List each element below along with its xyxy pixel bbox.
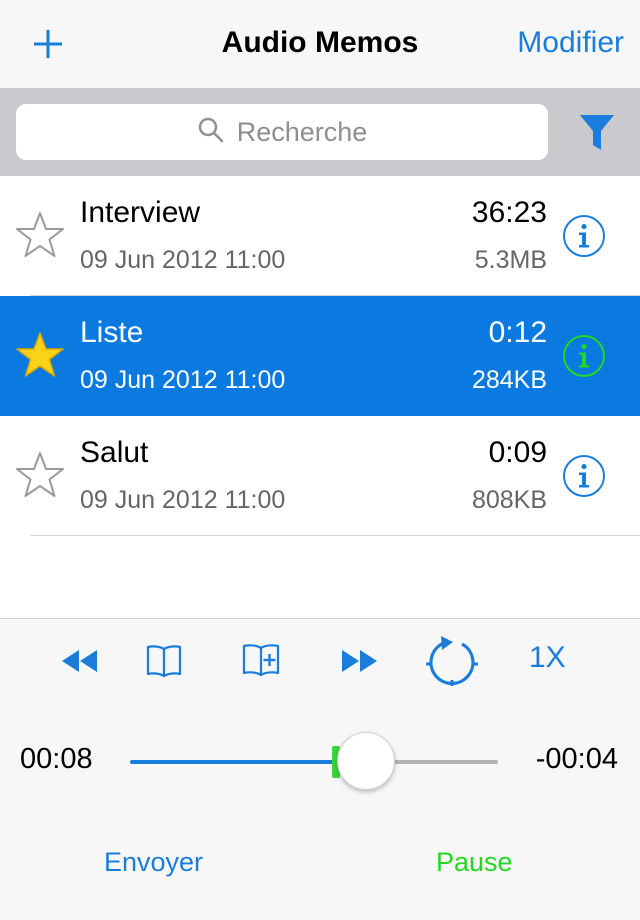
progress-fill: [130, 760, 366, 764]
memo-title: Salut: [80, 436, 149, 469]
memo-title: Liste: [80, 316, 144, 349]
memo-list: Interview 09 Jun 2012 11:00 36:23 5.3MB …: [0, 176, 640, 536]
memo-date: 09 Jun 2012 11:00: [80, 366, 286, 394]
filter-icon[interactable]: [578, 112, 616, 152]
navigation-bar: Audio Memos Modifier: [0, 0, 640, 88]
search-input[interactable]: Recherche: [16, 104, 548, 160]
search-bar: Recherche: [0, 88, 640, 176]
edit-button[interactable]: Modifier: [517, 26, 624, 60]
memo-size: 5.3MB: [474, 246, 547, 274]
plus-icon[interactable]: [28, 22, 68, 66]
player-panel: 1X 00:08 -00:04 Envoyer Pause: [0, 618, 640, 920]
send-button[interactable]: Envoyer: [104, 847, 203, 878]
memo-row-salut[interactable]: Salut 09 Jun 2012 11:00 0:09 808KB: [0, 416, 640, 536]
remaining-time: -00:04: [535, 743, 618, 775]
info-icon[interactable]: [562, 454, 606, 498]
progress-slider[interactable]: [130, 732, 498, 790]
search-placeholder: Recherche: [236, 116, 368, 147]
memo-size: 808KB: [471, 486, 547, 514]
memo-title: Interview: [80, 196, 201, 229]
info-icon[interactable]: [562, 334, 606, 378]
fast-forward-icon[interactable]: [339, 647, 379, 680]
slider-thumb[interactable]: [337, 732, 395, 790]
star-outline-icon[interactable]: [14, 210, 66, 260]
add-bookmark-icon[interactable]: [241, 641, 283, 684]
bookmark-icon[interactable]: [145, 643, 183, 684]
memo-duration: 0:09: [488, 436, 547, 469]
memo-size: 284KB: [471, 366, 547, 394]
info-icon[interactable]: [562, 214, 606, 258]
memo-date: 09 Jun 2012 11:00: [80, 246, 286, 274]
memo-date: 09 Jun 2012 11:00: [80, 486, 286, 514]
speed-button[interactable]: 1X: [529, 641, 566, 675]
pause-button[interactable]: Pause: [436, 847, 513, 878]
repeat-icon[interactable]: [424, 633, 480, 694]
memo-duration: 0:12: [488, 316, 547, 349]
search-icon: [197, 116, 225, 149]
elapsed-time: 00:08: [20, 743, 93, 775]
memo-row-interview[interactable]: Interview 09 Jun 2012 11:00 36:23 5.3MB: [0, 176, 640, 296]
memo-row-liste[interactable]: Liste 09 Jun 2012 11:00 0:12 284KB: [0, 296, 640, 416]
rewind-icon[interactable]: [60, 647, 100, 680]
memo-duration: 36:23: [471, 196, 547, 229]
star-outline-icon[interactable]: [14, 450, 66, 500]
star-filled-icon[interactable]: [14, 330, 66, 380]
